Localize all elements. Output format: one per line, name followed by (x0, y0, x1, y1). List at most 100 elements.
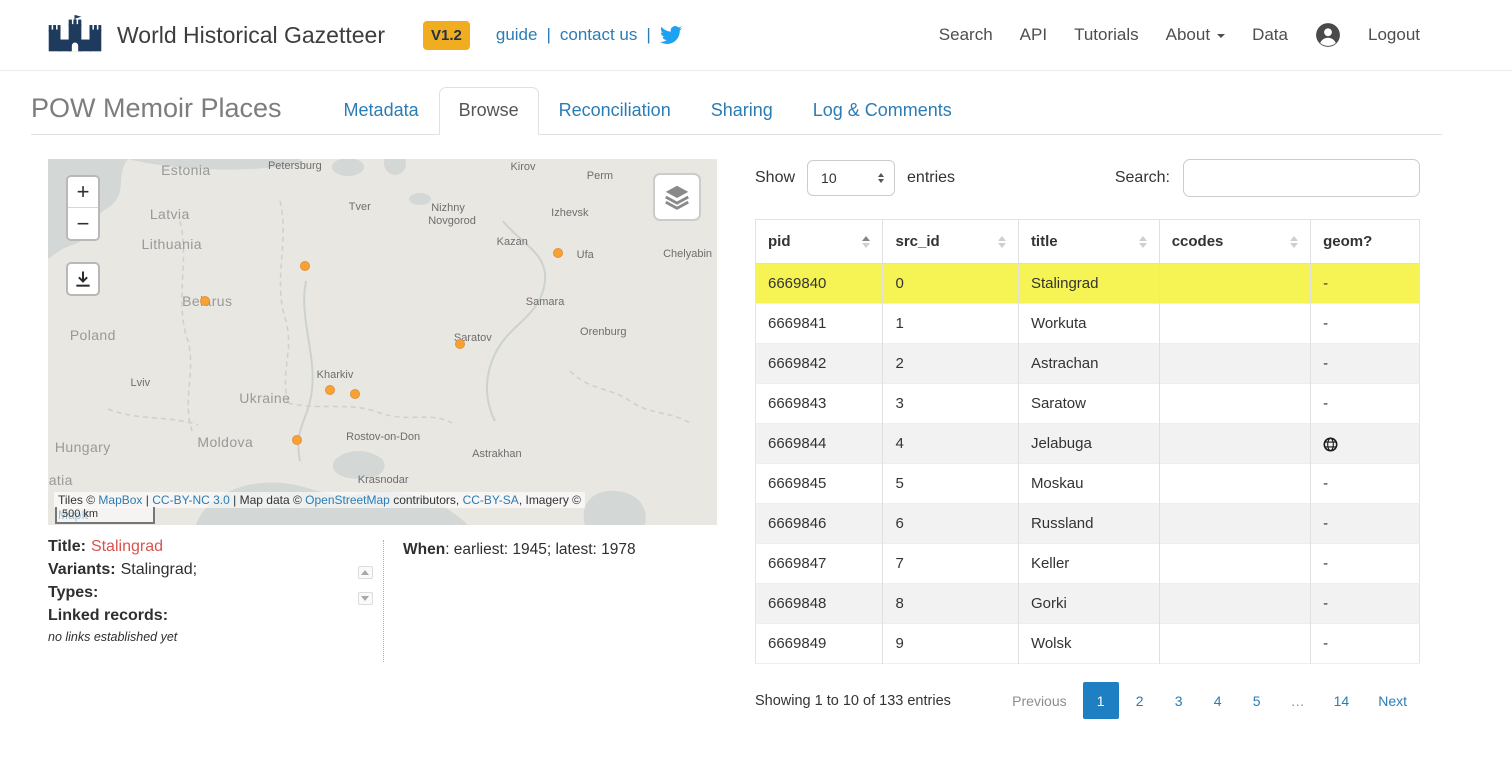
map-marker[interactable] (300, 261, 310, 271)
tab-browse[interactable]: Browse (439, 87, 539, 135)
column-header-title[interactable]: title (1018, 220, 1159, 264)
contact-link[interactable]: contact us (560, 25, 638, 45)
table-row[interactable]: 66698400Stalingrad- (756, 264, 1420, 304)
variants-value: Stalingrad; (121, 561, 198, 578)
user-icon[interactable] (1315, 22, 1341, 48)
pagination-page-3[interactable]: 3 (1161, 682, 1197, 719)
table-row[interactable]: 66698433Saratow- (756, 384, 1420, 424)
table-row[interactable]: 66698499Wolsk- (756, 624, 1420, 664)
cell-pid: 6669848 (756, 584, 883, 624)
map-marker[interactable] (200, 296, 210, 306)
cell-src-id: 5 (883, 464, 1018, 504)
column-header-ccodes[interactable]: ccodes (1159, 220, 1310, 264)
map-label-krasnodar: Krasnodar (358, 474, 409, 486)
pagination-page-1[interactable]: 1 (1083, 682, 1119, 719)
attribution-text: contributors, (390, 493, 463, 507)
header-links: guide | contact us | (496, 24, 682, 46)
pagination-next[interactable]: Next (1365, 682, 1420, 719)
brand-title: World Historical Gazetteer (117, 22, 385, 49)
map-label-estonia: Estonia (161, 162, 211, 178)
cell-src-id: 4 (883, 424, 1018, 464)
map-marker[interactable] (350, 389, 360, 399)
guide-link[interactable]: guide (496, 25, 538, 45)
map-layers-button[interactable] (653, 173, 701, 221)
variants-label: Variants: (48, 561, 116, 578)
scroll-up-button[interactable] (358, 566, 373, 579)
main-content: PetersburgEstoniaKirovPermLatviaTverNizh… (0, 135, 1512, 719)
nav-item-logout[interactable]: Logout (1368, 25, 1420, 45)
attribution-link-mapbox[interactable]: MapBox (98, 493, 142, 507)
pagination-page-5[interactable]: 5 (1239, 682, 1275, 719)
table-wrap: pidsrc_idtitleccodesgeom? 66698400Stalin… (755, 219, 1420, 664)
column-header-src-id[interactable]: src_id (883, 220, 1018, 264)
pagination-page-4[interactable]: 4 (1200, 682, 1236, 719)
map-marker[interactable] (455, 339, 465, 349)
version-badge[interactable]: V1.2 (423, 21, 470, 50)
tab-metadata[interactable]: Metadata (324, 87, 439, 135)
map-scale: 500 km (55, 507, 155, 524)
nav-item-tutorials[interactable]: Tutorials (1074, 25, 1139, 45)
attribution-link-cc-by-nc-3-0[interactable]: CC-BY-NC 3.0 (152, 493, 230, 507)
tab-sharing[interactable]: Sharing (691, 87, 793, 135)
table-row[interactable]: 66698411Workuta- (756, 304, 1420, 344)
twitter-icon[interactable] (660, 24, 682, 46)
map-label-samara: Samara (526, 296, 565, 308)
zoom-out-button[interactable]: − (68, 208, 98, 239)
cell-ccodes (1159, 504, 1310, 544)
cell-geom: - (1311, 544, 1420, 584)
cell-title: Stalingrad (1018, 264, 1159, 304)
pagination-page-2[interactable]: 2 (1122, 682, 1158, 719)
tab-reconciliation[interactable]: Reconciliation (539, 87, 691, 135)
table-info: Showing 1 to 10 of 133 entries (755, 693, 951, 709)
cell-src-id: 6 (883, 504, 1018, 544)
table-row[interactable]: 66698488Gorki- (756, 584, 1420, 624)
whg-castle-logo[interactable] (46, 15, 104, 55)
pagination-previous[interactable]: Previous (999, 682, 1079, 719)
nav-item-search[interactable]: Search (939, 25, 993, 45)
attribution-text: | Map data © (230, 493, 305, 507)
table-row[interactable]: 66698422Astrachan- (756, 344, 1420, 384)
map-marker[interactable] (292, 435, 302, 445)
types-label: Types: (48, 584, 98, 601)
map-label-kirov: Kirov (510, 161, 535, 173)
attribution-link-openstreetmap[interactable]: OpenStreetMap (305, 493, 390, 507)
nav-item-data[interactable]: Data (1252, 25, 1288, 45)
column-label: title (1031, 233, 1058, 250)
nav-item-api[interactable]: API (1020, 25, 1047, 45)
pagination-page-14[interactable]: 14 (1321, 682, 1363, 719)
scroll-down-button[interactable] (358, 592, 373, 605)
table-row[interactable]: 66698455Moskau- (756, 464, 1420, 504)
variants-scrollbar (356, 566, 374, 662)
table-row[interactable]: 66698477Keller- (756, 544, 1420, 584)
column-header-pid[interactable]: pid (756, 220, 883, 264)
cell-geom: - (1311, 584, 1420, 624)
zoom-in-button[interactable]: + (68, 177, 98, 208)
top-nav: Search API Tutorials About Data Logout (939, 22, 1420, 48)
nav-item-about[interactable]: About (1166, 25, 1225, 45)
search-wrap: Search: (1115, 159, 1420, 197)
map-marker[interactable] (553, 248, 563, 258)
map-marker[interactable] (325, 385, 335, 395)
cell-geom: - (1311, 504, 1420, 544)
map[interactable]: PetersburgEstoniaKirovPermLatviaTverNizh… (48, 159, 717, 525)
cell-ccodes (1159, 584, 1310, 624)
table-row[interactable]: 66698466Russland- (756, 504, 1420, 544)
map-attribution: Tiles © MapBox | CC-BY-NC 3.0 | Map data… (54, 492, 585, 508)
cell-ccodes (1159, 344, 1310, 384)
search-input[interactable] (1183, 159, 1420, 197)
table-row[interactable]: 66698444Jelabuga (756, 424, 1420, 464)
cell-geom: - (1311, 464, 1420, 504)
places-table: pidsrc_idtitleccodesgeom? 66698400Stalin… (755, 219, 1420, 664)
cell-ccodes (1159, 624, 1310, 664)
castle-icon (46, 15, 104, 55)
cell-pid: 6669844 (756, 424, 883, 464)
page-size-select[interactable]: 10 (807, 160, 895, 196)
column-label: pid (768, 233, 791, 250)
attribution-link-cc-by-sa[interactable]: CC-BY-SA (463, 493, 519, 507)
tab-log-comments[interactable]: Log & Comments (793, 87, 972, 135)
column-label: ccodes (1172, 233, 1224, 250)
map-label-perm: Perm (587, 170, 613, 182)
map-download-button[interactable] (66, 262, 100, 296)
attribution-text: | (142, 493, 152, 507)
cell-src-id: 0 (883, 264, 1018, 304)
